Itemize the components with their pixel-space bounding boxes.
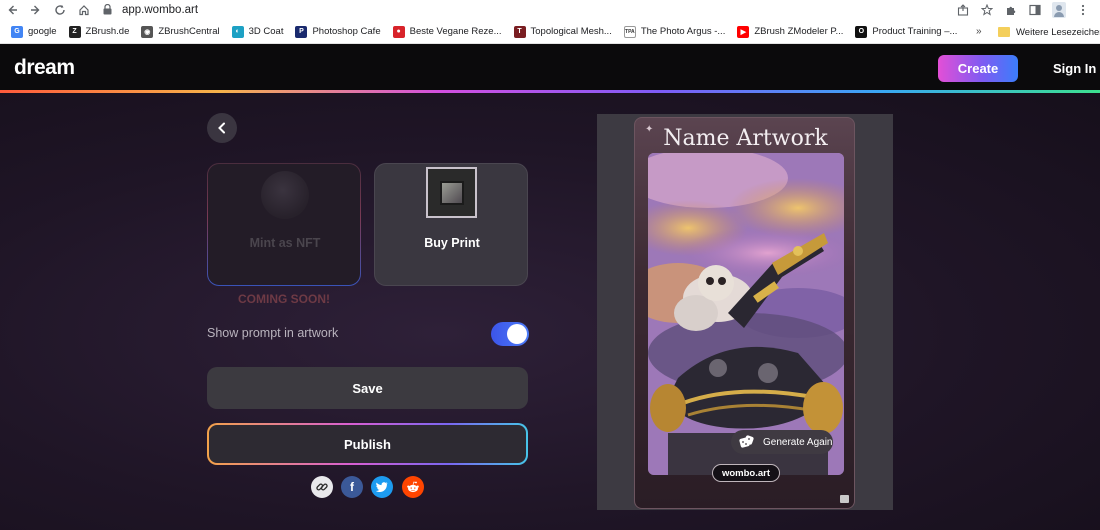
bookmarks-bar: G google Z ZBrush.de ◉ ZBrushCentral ◐ 3… [0,20,1100,44]
facebook-share-button[interactable]: f [341,476,363,498]
reddit-share-button[interactable] [402,476,424,498]
artwork-preview-panel: ✦ Name Artwork Generate Again wombo.art [597,114,893,510]
main-content: Mint as NFT COMING SOON! Buy Print Show … [0,93,1100,530]
google-icon: G [11,25,23,38]
more-bookmarks-chevron-icon[interactable]: » [976,26,982,37]
create-button[interactable]: Create [938,55,1018,82]
profile-avatar-icon[interactable] [1050,1,1068,19]
bookmark-google[interactable]: G google [6,21,62,43]
home-icon[interactable] [72,0,96,20]
bookmark-photoshop-cafe[interactable]: P Photoshop Cafe [290,21,385,43]
other-bookmarks[interactable]: Weitere Lesezeichen [998,21,1100,43]
link-icon [316,483,328,491]
lock-icon [100,3,114,17]
star-bookmark-icon[interactable] [978,1,996,19]
3dcoat-icon: ◐ [231,25,244,38]
bookmark-zbrush-zmodeler[interactable]: ▶ ZBrush ZModeler P... [732,21,848,43]
mint-nft-label: Mint as NFT [249,236,321,250]
buy-print-label: Buy Print [424,236,480,250]
show-prompt-label: Show prompt in artwork [207,326,339,340]
show-prompt-toggle[interactable] [491,322,529,346]
bookmark-label: google [28,26,57,37]
recipe-icon: ● [392,25,405,38]
artwork-illustration [648,153,844,475]
bookmark-topological-mesh[interactable]: T Topological Mesh... [509,21,617,43]
print-thumbnail [439,180,464,205]
nft-coin-icon [261,171,309,219]
publish-button[interactable]: Publish [207,423,528,465]
extensions-icon[interactable] [1002,1,1020,19]
bookmark-label: The Photo Argus -... [640,26,726,37]
toggle-knob [507,324,527,344]
menu-kebab-icon[interactable] [1074,1,1092,19]
print-corner-icon [840,495,849,503]
bookmark-label: 3D Coat [248,26,284,37]
photo-argus-icon: TPA [623,25,636,38]
back-button[interactable] [207,113,237,143]
generate-again-button[interactable]: Generate Again [731,430,833,454]
topology-icon: T [513,25,526,38]
bookmark-label: ZBrush.de [85,26,130,37]
url-text: app.wombo.art [122,3,199,16]
chevron-left-icon [218,122,225,134]
youtube-icon: ▶ [737,25,750,38]
artwork-card: ✦ Name Artwork Generate Again wombo.art [634,117,855,509]
wombo-watermark: wombo.art [712,464,780,482]
browser-toolbar: app.wombo.art [0,0,1100,20]
save-button[interactable]: Save [207,367,528,409]
bookmark-label: Photoshop Cafe [312,26,381,37]
facebook-icon: f [350,480,354,494]
app-header: dream Create Sign In [0,44,1100,90]
generated-artwork-image [648,153,844,475]
reload-icon[interactable] [48,0,72,20]
copy-link-button[interactable] [311,476,333,498]
bookmark-label: ZBrushCentral [158,26,220,37]
buy-print-card[interactable]: Buy Print [374,163,528,286]
sign-in-link[interactable]: Sign In [1053,61,1096,76]
toolbar-actions [954,0,1092,20]
folder-icon [998,27,1010,37]
reddit-icon [407,481,419,493]
other-bookmarks-label: Weitere Lesezeichen [1016,26,1100,38]
framed-print-icon [426,167,477,218]
bookmark-photo-argus[interactable]: TPA The Photo Argus -... [619,21,731,43]
forward-arrow-icon[interactable] [24,0,48,20]
bookmark-product-training[interactable]: O Product Training –... [850,21,962,43]
zbrush-icon: Z [68,25,81,38]
product-training-icon: O [855,25,868,38]
zbrushcentral-icon: ◉ [141,25,154,38]
mint-nft-card: Mint as NFT [207,163,361,286]
twitter-icon [376,482,388,492]
address-bar[interactable]: app.wombo.art [100,1,1000,18]
dream-logo[interactable]: dream [14,56,75,80]
generate-again-label: Generate Again [763,436,833,448]
artwork-title[interactable]: Name Artwork [635,126,856,151]
back-arrow-icon[interactable] [0,0,24,20]
bookmark-3d-coat[interactable]: ◐ 3D Coat [227,21,289,43]
bookmark-zbrush-de[interactable]: Z ZBrush.de [64,21,135,43]
bookmark-label: ZBrush ZModeler P... [754,26,844,37]
side-panel-icon[interactable] [1026,1,1044,19]
bookmark-zbrushcentral[interactable]: ◉ ZBrushCentral [136,21,224,43]
twitter-share-button[interactable] [371,476,393,498]
share-page-icon[interactable] [954,1,972,19]
coming-soon-label: COMING SOON! [238,292,330,306]
bookmark-label: Product Training –... [872,26,958,37]
bookmark-label: Topological Mesh... [530,26,612,37]
photoshop-cafe-icon: P [295,25,308,38]
bookmark-vegan-recipes[interactable]: ● Beste Vegane Reze... [388,21,507,43]
dice-icon [739,435,754,448]
bookmark-label: Beste Vegane Reze... [409,26,502,37]
